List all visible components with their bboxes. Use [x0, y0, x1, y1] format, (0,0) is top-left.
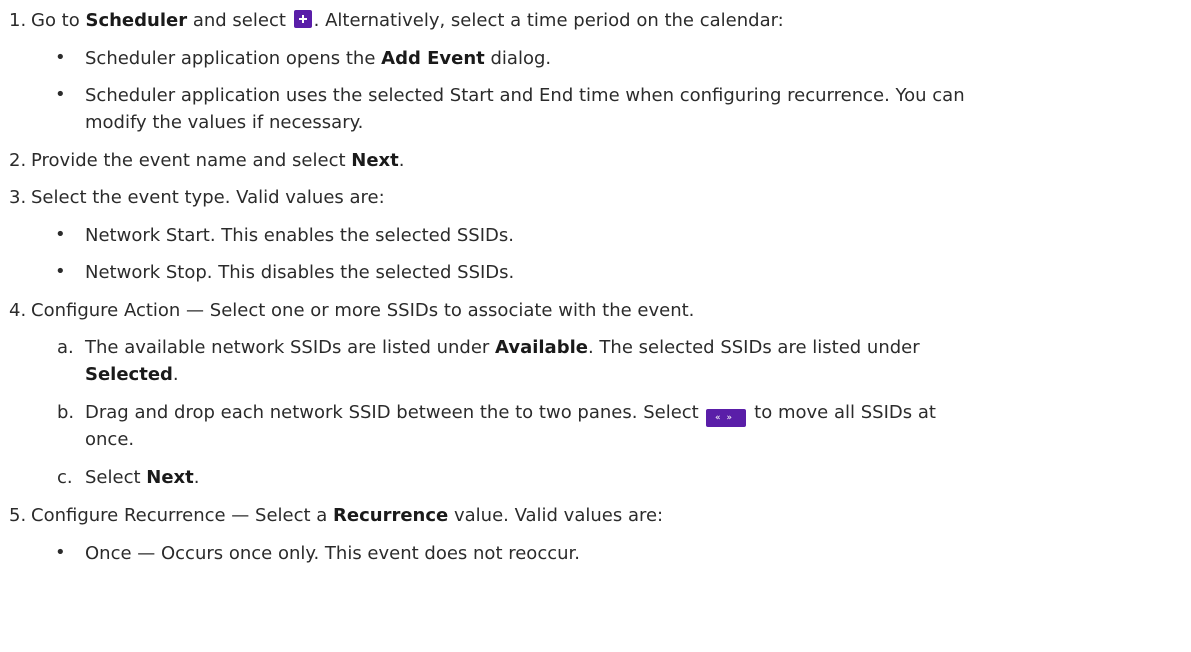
bullet-dot: • — [55, 542, 66, 563]
text-part: to move all SSIDs at — [748, 402, 936, 423]
bullet-dot: • — [55, 224, 66, 245]
text-part: Select — [85, 467, 147, 488]
step-1-text: Go to Scheduler and select . Alternative… — [31, 7, 784, 35]
step-1-bullet-1: Scheduler application opens the Add Even… — [85, 45, 551, 73]
double-arrow-icon: «» — [706, 409, 747, 427]
bold-add-event: Add Event — [381, 48, 485, 69]
bold-next: Next — [351, 150, 399, 171]
text-part: The available network SSIDs are listed u… — [85, 337, 496, 358]
step-4-text: Configure Action — Select one or more SS… — [31, 300, 695, 321]
text-part: . Alternatively, select a time period on… — [313, 10, 784, 31]
bold-scheduler: Scheduler — [85, 10, 188, 31]
text-part: Go to — [31, 10, 86, 31]
step-1-bullet-2-line-2: modify the values if necessary. — [85, 112, 364, 133]
substep-b-line-2: once. — [85, 429, 135, 450]
text-part: . — [398, 150, 405, 171]
plus-square-icon — [293, 10, 312, 28]
substep-b-line-1: Drag and drop each network SSID between … — [85, 399, 936, 427]
bullet-dot: • — [55, 47, 66, 68]
step-4-number: 4. — [9, 300, 27, 321]
step-3-text: Select the event type. Valid values are: — [31, 187, 385, 208]
bold-next: Next — [146, 467, 194, 488]
step-5-number: 5. — [9, 505, 27, 526]
text-part: value. Valid values are: — [448, 505, 664, 526]
step-3-bullet-2: Network Stop. This disables the selected… — [85, 262, 515, 283]
bold-selected: Selected — [85, 364, 173, 385]
text-part: dialog. — [484, 48, 552, 69]
step-2-number: 2. — [9, 150, 27, 171]
step-5-text: Configure Recurrence — Select a Recurren… — [31, 502, 663, 530]
substep-c-text: Select Next. — [85, 464, 200, 492]
step-3-number: 3. — [9, 187, 27, 208]
bullet-dot: • — [55, 84, 66, 105]
text-part: Scheduler application opens the — [85, 48, 382, 69]
step-5-bullet-1: Once — Occurs once only. This event does… — [85, 543, 580, 564]
text-part: Configure Recurrence — Select a — [31, 505, 334, 526]
step-1-number: 1. — [9, 10, 27, 31]
text-part: and select — [187, 10, 292, 31]
step-1-bullet-2-line-1: Scheduler application uses the selected … — [85, 85, 965, 106]
document: 1. Go to Scheduler and select . Alternat… — [0, 0, 1191, 652]
text-part: . — [172, 364, 179, 385]
text-part: . — [193, 467, 200, 488]
substep-a-line-1: The available network SSIDs are listed u… — [85, 334, 920, 362]
text-part: Provide the event name and select — [31, 150, 352, 171]
bold-recurrence: Recurrence — [333, 505, 449, 526]
text-part: . The selected SSIDs are listed under — [587, 337, 920, 358]
substep-c-label: c. — [57, 467, 73, 488]
bold-available: Available — [495, 337, 588, 358]
substep-a-line-2: Selected. — [85, 361, 179, 389]
substep-b-label: b. — [57, 402, 75, 423]
text-part: Drag and drop each network SSID between … — [85, 402, 705, 423]
substep-a-label: a. — [57, 337, 74, 358]
step-2-text: Provide the event name and select Next. — [31, 147, 404, 175]
step-3-bullet-1: Network Start. This enables the selected… — [85, 225, 514, 246]
bullet-dot: • — [55, 261, 66, 282]
